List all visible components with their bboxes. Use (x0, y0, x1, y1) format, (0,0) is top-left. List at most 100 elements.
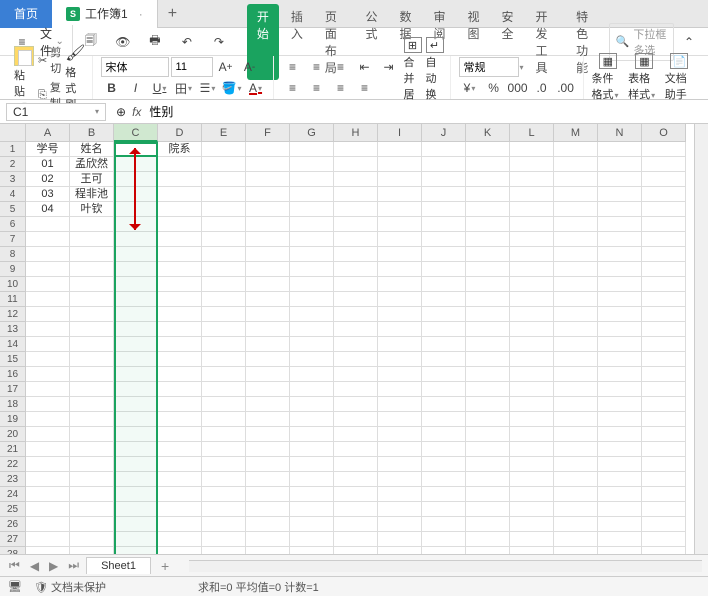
font-color-button[interactable]: A▾ (245, 78, 267, 98)
cut-button[interactable]: ✂剪切 (38, 43, 61, 77)
cell[interactable] (378, 157, 422, 172)
cell[interactable] (202, 217, 246, 232)
cell[interactable] (554, 322, 598, 337)
cell[interactable] (642, 352, 686, 367)
cell[interactable] (114, 307, 158, 322)
protect-status[interactable]: 🛡 文档未保护 (34, 579, 106, 595)
cell[interactable] (290, 382, 334, 397)
cell[interactable] (554, 352, 598, 367)
cell[interactable] (554, 427, 598, 442)
row-header[interactable]: 18 (0, 397, 26, 412)
cell[interactable] (466, 472, 510, 487)
cell[interactable] (334, 187, 378, 202)
cell[interactable] (466, 202, 510, 217)
cell[interactable] (26, 367, 70, 382)
cell[interactable] (290, 412, 334, 427)
cell[interactable] (378, 517, 422, 532)
cell[interactable] (26, 397, 70, 412)
cell[interactable] (510, 547, 554, 554)
cell[interactable] (466, 142, 510, 157)
cell[interactable] (642, 487, 686, 502)
cell[interactable] (246, 487, 290, 502)
cell[interactable] (642, 247, 686, 262)
bold-button[interactable]: B (101, 78, 123, 98)
cell[interactable] (158, 202, 202, 217)
sheet-nav-next[interactable]: ▶ (46, 559, 61, 573)
cell[interactable] (202, 232, 246, 247)
currency-button[interactable]: ¥▾ (459, 78, 481, 98)
cell[interactable]: 姓名 (70, 142, 114, 157)
cell[interactable] (158, 307, 202, 322)
justify-button[interactable]: ≡ (354, 78, 376, 98)
cell[interactable] (26, 382, 70, 397)
cell[interactable] (554, 262, 598, 277)
cell[interactable] (290, 202, 334, 217)
cell[interactable]: 叶钦 (70, 202, 114, 217)
add-sheet-button[interactable]: + (155, 558, 175, 574)
cell[interactable] (290, 322, 334, 337)
cell[interactable] (510, 412, 554, 427)
cell[interactable] (246, 397, 290, 412)
cell[interactable] (642, 277, 686, 292)
cell[interactable] (246, 157, 290, 172)
col-header-D[interactable]: D (158, 124, 202, 142)
cell[interactable] (70, 367, 114, 382)
cell[interactable] (202, 517, 246, 532)
cell[interactable] (70, 217, 114, 232)
cell[interactable] (158, 352, 202, 367)
cell[interactable] (246, 232, 290, 247)
row-header[interactable]: 28 (0, 547, 26, 554)
cell[interactable] (422, 187, 466, 202)
cell[interactable] (202, 352, 246, 367)
cell[interactable] (510, 277, 554, 292)
cell[interactable] (246, 322, 290, 337)
cell[interactable] (642, 547, 686, 554)
cell[interactable] (510, 502, 554, 517)
cell[interactable] (290, 337, 334, 352)
cell[interactable] (26, 322, 70, 337)
cell[interactable] (598, 487, 642, 502)
cell[interactable] (598, 547, 642, 554)
cell[interactable] (70, 307, 114, 322)
cell[interactable] (554, 277, 598, 292)
cell[interactable] (554, 142, 598, 157)
cell[interactable] (246, 427, 290, 442)
cell[interactable] (554, 367, 598, 382)
cell[interactable] (158, 367, 202, 382)
cell[interactable] (26, 217, 70, 232)
cell[interactable] (422, 247, 466, 262)
cell[interactable] (70, 487, 114, 502)
row-header[interactable]: 26 (0, 517, 26, 532)
row-header[interactable]: 3 (0, 172, 26, 187)
cell[interactable] (202, 382, 246, 397)
col-header-C[interactable]: C (114, 124, 158, 142)
number-format-select[interactable] (459, 57, 519, 77)
cell[interactable] (114, 262, 158, 277)
cell[interactable] (422, 472, 466, 487)
cell[interactable] (554, 307, 598, 322)
add-tab-button[interactable]: + (158, 5, 187, 23)
cell[interactable] (598, 367, 642, 382)
cell[interactable] (246, 277, 290, 292)
cell[interactable] (598, 412, 642, 427)
cell[interactable] (26, 307, 70, 322)
bookmark-icon[interactable]: 🖥 (8, 580, 22, 593)
cell[interactable] (114, 367, 158, 382)
cell[interactable] (378, 142, 422, 157)
cell[interactable] (598, 142, 642, 157)
cell[interactable] (158, 322, 202, 337)
cell[interactable] (202, 442, 246, 457)
cell[interactable] (554, 472, 598, 487)
cell[interactable] (422, 307, 466, 322)
cell[interactable] (26, 457, 70, 472)
cell[interactable] (510, 217, 554, 232)
cell[interactable] (466, 247, 510, 262)
cell[interactable] (510, 157, 554, 172)
cell[interactable] (510, 187, 554, 202)
cell[interactable] (378, 427, 422, 442)
cell[interactable] (70, 442, 114, 457)
row-header[interactable]: 6 (0, 217, 26, 232)
cell[interactable] (246, 532, 290, 547)
cell[interactable] (554, 172, 598, 187)
cell[interactable] (554, 232, 598, 247)
